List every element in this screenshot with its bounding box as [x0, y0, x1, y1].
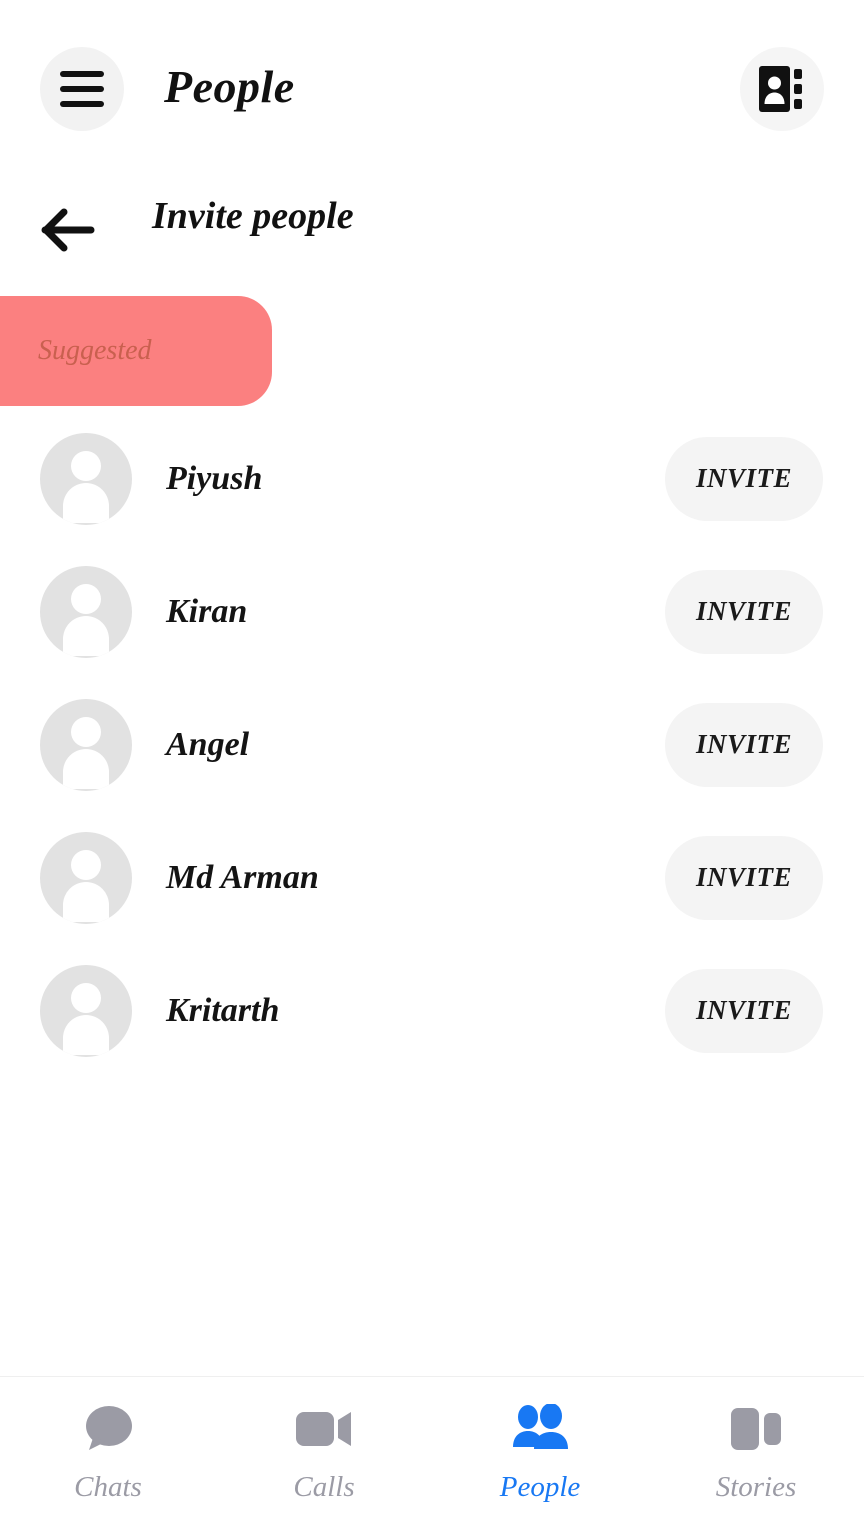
- invite-button[interactable]: INVITE: [665, 702, 823, 787]
- tab-label-stories: Stories: [715, 1471, 797, 1503]
- video-camera-icon: [294, 1401, 354, 1457]
- back-button[interactable]: [40, 202, 96, 258]
- list-item[interactable]: Kiran INVITE: [0, 545, 864, 678]
- avatar-body: [63, 881, 109, 922]
- arrow-left-icon: [41, 208, 95, 252]
- avatar-head: [71, 849, 101, 880]
- person-name: Kiran: [166, 592, 248, 630]
- invite-button[interactable]: INVITE: [665, 436, 823, 521]
- invite-button[interactable]: INVITE: [665, 968, 823, 1053]
- person-avatar-icon: [40, 964, 132, 1057]
- tab-label-chats: Chats: [74, 1471, 142, 1503]
- person-avatar-icon: [40, 831, 132, 924]
- stories-icon: [729, 1401, 783, 1457]
- avatar-head: [71, 583, 101, 614]
- person-avatar-icon: [40, 698, 132, 791]
- sub-header: Invite people: [0, 180, 864, 290]
- tab-stories[interactable]: Stories: [648, 1401, 864, 1504]
- tab-people[interactable]: People: [432, 1401, 648, 1504]
- list-item[interactable]: Kritarth INVITE: [0, 944, 864, 1077]
- invite-button-label: INVITE: [695, 995, 793, 1025]
- avatar-body: [63, 615, 109, 656]
- hamburger-menu-button[interactable]: [40, 47, 124, 131]
- invite-button-label: INVITE: [695, 463, 793, 493]
- avatar-head: [71, 982, 101, 1013]
- people-icon: [509, 1401, 571, 1457]
- avatar-body: [63, 1014, 109, 1055]
- invite-people-list: Piyush INVITE Kiran INVITE Angel INVITE: [0, 408, 864, 1077]
- tab-label-people: People: [499, 1471, 581, 1503]
- invite-button-label: INVITE: [695, 729, 793, 759]
- person-avatar-icon: [40, 565, 132, 658]
- bottom-navigation: Chats Calls People Stories: [0, 1376, 864, 1536]
- hamburger-menu-icon: [60, 71, 104, 77]
- avatar-body: [63, 482, 109, 523]
- suggested-chip-label: Suggested: [38, 335, 152, 366]
- avatar-head: [71, 716, 101, 747]
- person-name: Angel: [166, 725, 250, 763]
- sub-header-title: Invite people: [152, 195, 354, 237]
- invite-button[interactable]: INVITE: [665, 569, 823, 654]
- person-name: Md Arman: [166, 858, 319, 896]
- person-avatar-icon: [40, 432, 132, 525]
- invite-button-label: INVITE: [695, 862, 793, 892]
- filter-chip-row: Suggested: [0, 290, 864, 408]
- list-item[interactable]: Md Arman INVITE: [0, 811, 864, 944]
- avatar-body: [63, 748, 109, 789]
- tab-chats[interactable]: Chats: [0, 1401, 216, 1504]
- chat-bubble-icon: [80, 1401, 136, 1457]
- address-book-icon: [759, 66, 802, 112]
- list-item[interactable]: Angel INVITE: [0, 678, 864, 811]
- contacts-button[interactable]: [740, 47, 824, 131]
- list-item[interactable]: Piyush INVITE: [0, 412, 864, 545]
- hamburger-menu-icon: [60, 101, 104, 107]
- invite-button[interactable]: INVITE: [665, 835, 823, 920]
- person-name: Kritarth: [166, 991, 280, 1029]
- avatar-head: [71, 450, 101, 481]
- tab-calls[interactable]: Calls: [216, 1401, 432, 1504]
- app-screen: People Invite people Suggested Piyush IN…: [0, 0, 864, 1536]
- invite-button-label: INVITE: [695, 596, 793, 626]
- app-bar: People: [0, 0, 864, 180]
- suggested-filter-chip[interactable]: Suggested: [0, 296, 272, 406]
- page-title: People: [164, 61, 295, 112]
- hamburger-menu-icon: [60, 86, 104, 92]
- person-name: Piyush: [166, 459, 263, 497]
- tab-label-calls: Calls: [293, 1471, 355, 1503]
